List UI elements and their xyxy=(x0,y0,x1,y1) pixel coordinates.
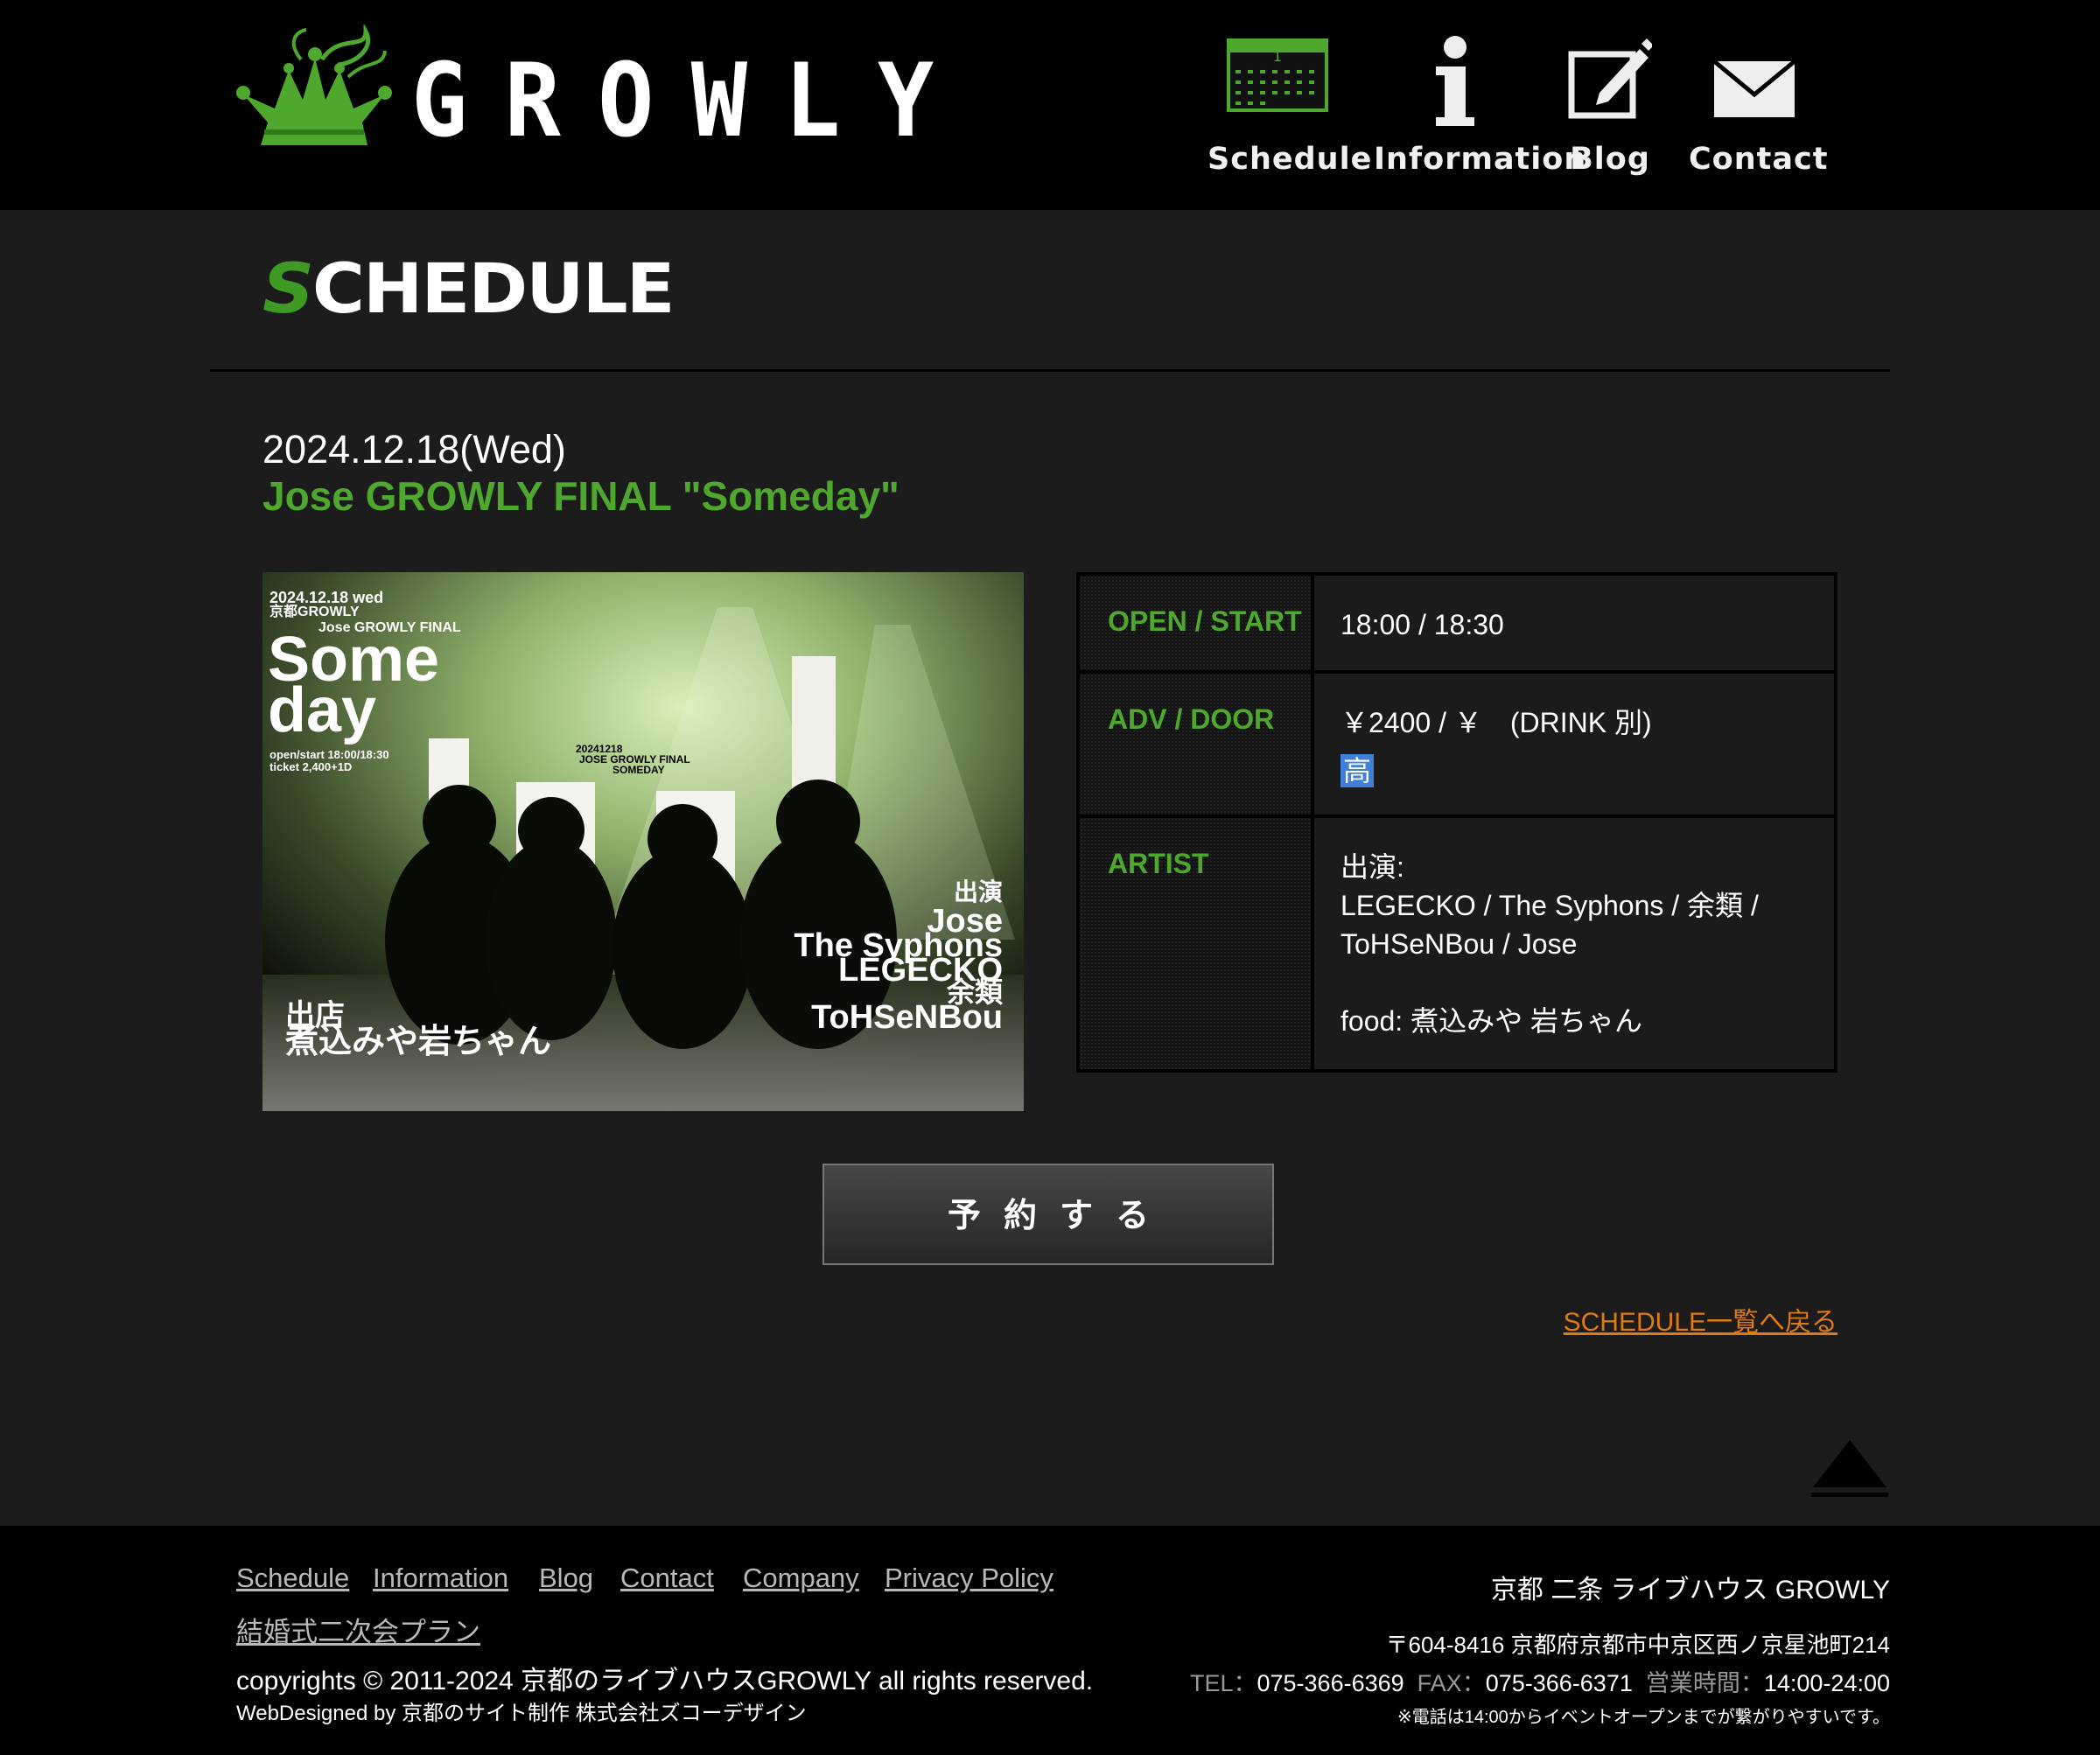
footer-link-schedule[interactable]: Schedule xyxy=(236,1563,349,1594)
svg-text:1: 1 xyxy=(1273,48,1282,65)
info-icon xyxy=(1435,36,1474,126)
nav-information-label: Information xyxy=(1374,142,1587,177)
event-details-table: OPEN / START 18:00 / 18:30 ADV / DOOR ￥2… xyxy=(1076,572,1838,1073)
venue-name: 京都 二条 ライブハウス GROWLY xyxy=(1490,1576,1890,1605)
adv-door-cell: ￥2400 / ￥ (DRINK 別) 高 xyxy=(1311,670,1838,818)
contact-info: TEL：075-366-6369 FAX：075-366-6371 営業時間：1… xyxy=(1190,1664,1890,1698)
site-footer: Schedule Information Blog Contact Compan… xyxy=(0,1526,2100,1755)
flyer-cast-5: ToHSeNBou xyxy=(811,999,1003,1036)
footer-link-information[interactable]: Information xyxy=(373,1563,508,1594)
footer-link-blog[interactable]: Blog xyxy=(539,1563,593,1594)
calendar-icon: 1 xyxy=(1227,38,1328,112)
event-date: 2024.12.18(Wed) xyxy=(262,427,566,472)
page-title: SCHEDULE xyxy=(262,255,676,325)
edit-icon xyxy=(1568,38,1652,119)
footer-link-company[interactable]: Company xyxy=(743,1563,859,1594)
copyright-text: copyrights © 2011-2024 京都のライブハウスGROWLY a… xyxy=(236,1667,1094,1696)
hours-label: 営業時間： xyxy=(1645,1670,1764,1696)
envelope-icon xyxy=(1712,59,1796,117)
table-row: OPEN / START 18:00 / 18:30 xyxy=(1076,572,1838,674)
nav-contact-label: Contact xyxy=(1689,142,1829,177)
artist-list-line-1: LEGECKO / The Syphons / 余類 / xyxy=(1340,890,1759,921)
artist-label: ARTIST xyxy=(1076,815,1314,1073)
high-school-badge: 高 xyxy=(1340,754,1374,787)
footer-link-contact[interactable]: Contact xyxy=(620,1563,714,1594)
page-top-icon[interactable] xyxy=(1810,1437,1890,1500)
tel-number[interactable]: 075-366-6369 xyxy=(1257,1670,1404,1696)
tel-label: TEL： xyxy=(1189,1670,1257,1696)
table-row: ADV / DOOR ￥2400 / ￥ (DRINK 別) 高 xyxy=(1076,670,1838,818)
flyer-ticket-line: ticket 2,400+1D xyxy=(270,760,353,773)
crown-logo-icon[interactable] xyxy=(234,24,392,147)
open-start-label: OPEN / START xyxy=(1076,572,1314,674)
venue-address: 〒604-8416 京都府京都市中京区西ノ京星池町214 xyxy=(1385,1632,1890,1658)
flyer-center-subtitle: SOMEDAY xyxy=(612,764,665,776)
artist-heading: 出演: xyxy=(1340,851,1404,883)
site-header: GROWLY 1 Schedule Information Blog Conta… xyxy=(0,0,2100,210)
business-hours: 14:00-24:00 xyxy=(1763,1670,1890,1696)
heading-divider xyxy=(210,369,1890,372)
artist-spacer xyxy=(1340,963,1834,1002)
artist-cell: 出演: LEGECKO / The Syphons / 余類 / ToHSeNB… xyxy=(1311,815,1838,1073)
footer-link-wedding-plan[interactable]: 結婚式二次会プラン xyxy=(236,1610,480,1649)
nav-schedule-label: Schedule xyxy=(1208,142,1373,177)
nav-schedule[interactable]: 1 Schedule xyxy=(1208,35,1373,184)
flyer-title-2: day xyxy=(268,675,377,745)
table-row: ARTIST 出演: LEGECKO / The Syphons / 余類 / … xyxy=(1076,815,1838,1073)
fax-number: 075-366-6371 xyxy=(1485,1670,1633,1696)
flyer-venue-line: 京都GROWLY xyxy=(270,605,360,619)
artist-food: food: 煮込みや 岩ちゃん xyxy=(1340,1005,1642,1037)
flyer-date-line: 2024.12.18 wed xyxy=(270,589,384,606)
event-title: Jose GROWLY FINAL "Someday" xyxy=(262,473,900,519)
nav-information[interactable]: Information xyxy=(1374,35,1587,184)
nav-contact[interactable]: Contact xyxy=(1689,35,1829,184)
phone-note: ※電話は14:00からイベントオープンまでが繋がりやすいです。 xyxy=(1396,1708,1890,1727)
open-start-value: 18:00 / 18:30 xyxy=(1311,572,1838,674)
artist-list-line-2: ToHSeNBou / Jose xyxy=(1340,928,1578,960)
event-flyer-image: 2024.12.18 wed 京都GROWLY Jose GROWLY FINA… xyxy=(262,572,1024,1111)
site-logo-text[interactable]: GROWLY xyxy=(411,51,970,152)
nav-blog-label: Blog xyxy=(1570,142,1650,177)
back-to-schedule-link[interactable]: SCHEDULE一覧へ戻る xyxy=(1564,1300,1838,1339)
adv-door-value: ￥2400 / ￥ (DRINK 別) xyxy=(1340,707,1652,738)
reserve-button[interactable]: 予約する xyxy=(822,1164,1274,1265)
flyer-open-line: open/start 18:00/18:30 xyxy=(270,748,389,761)
flyer-shop-name: 煮込みや岩ちゃん xyxy=(285,1024,552,1060)
fax-label: FAX： xyxy=(1417,1670,1486,1696)
flyer-cast-label: 出演 xyxy=(953,878,1003,905)
nav-blog[interactable]: Blog xyxy=(1558,35,1662,184)
adv-door-label: ADV / DOOR xyxy=(1076,670,1314,818)
page-title-rest: CHEDULE xyxy=(312,250,676,329)
webdesign-credit: WebDesigned by 京都のサイト制作 株式会社ズコーデザイン xyxy=(236,1702,807,1725)
footer-link-privacy[interactable]: Privacy Policy xyxy=(885,1563,1054,1594)
page-title-initial: S xyxy=(262,250,314,329)
